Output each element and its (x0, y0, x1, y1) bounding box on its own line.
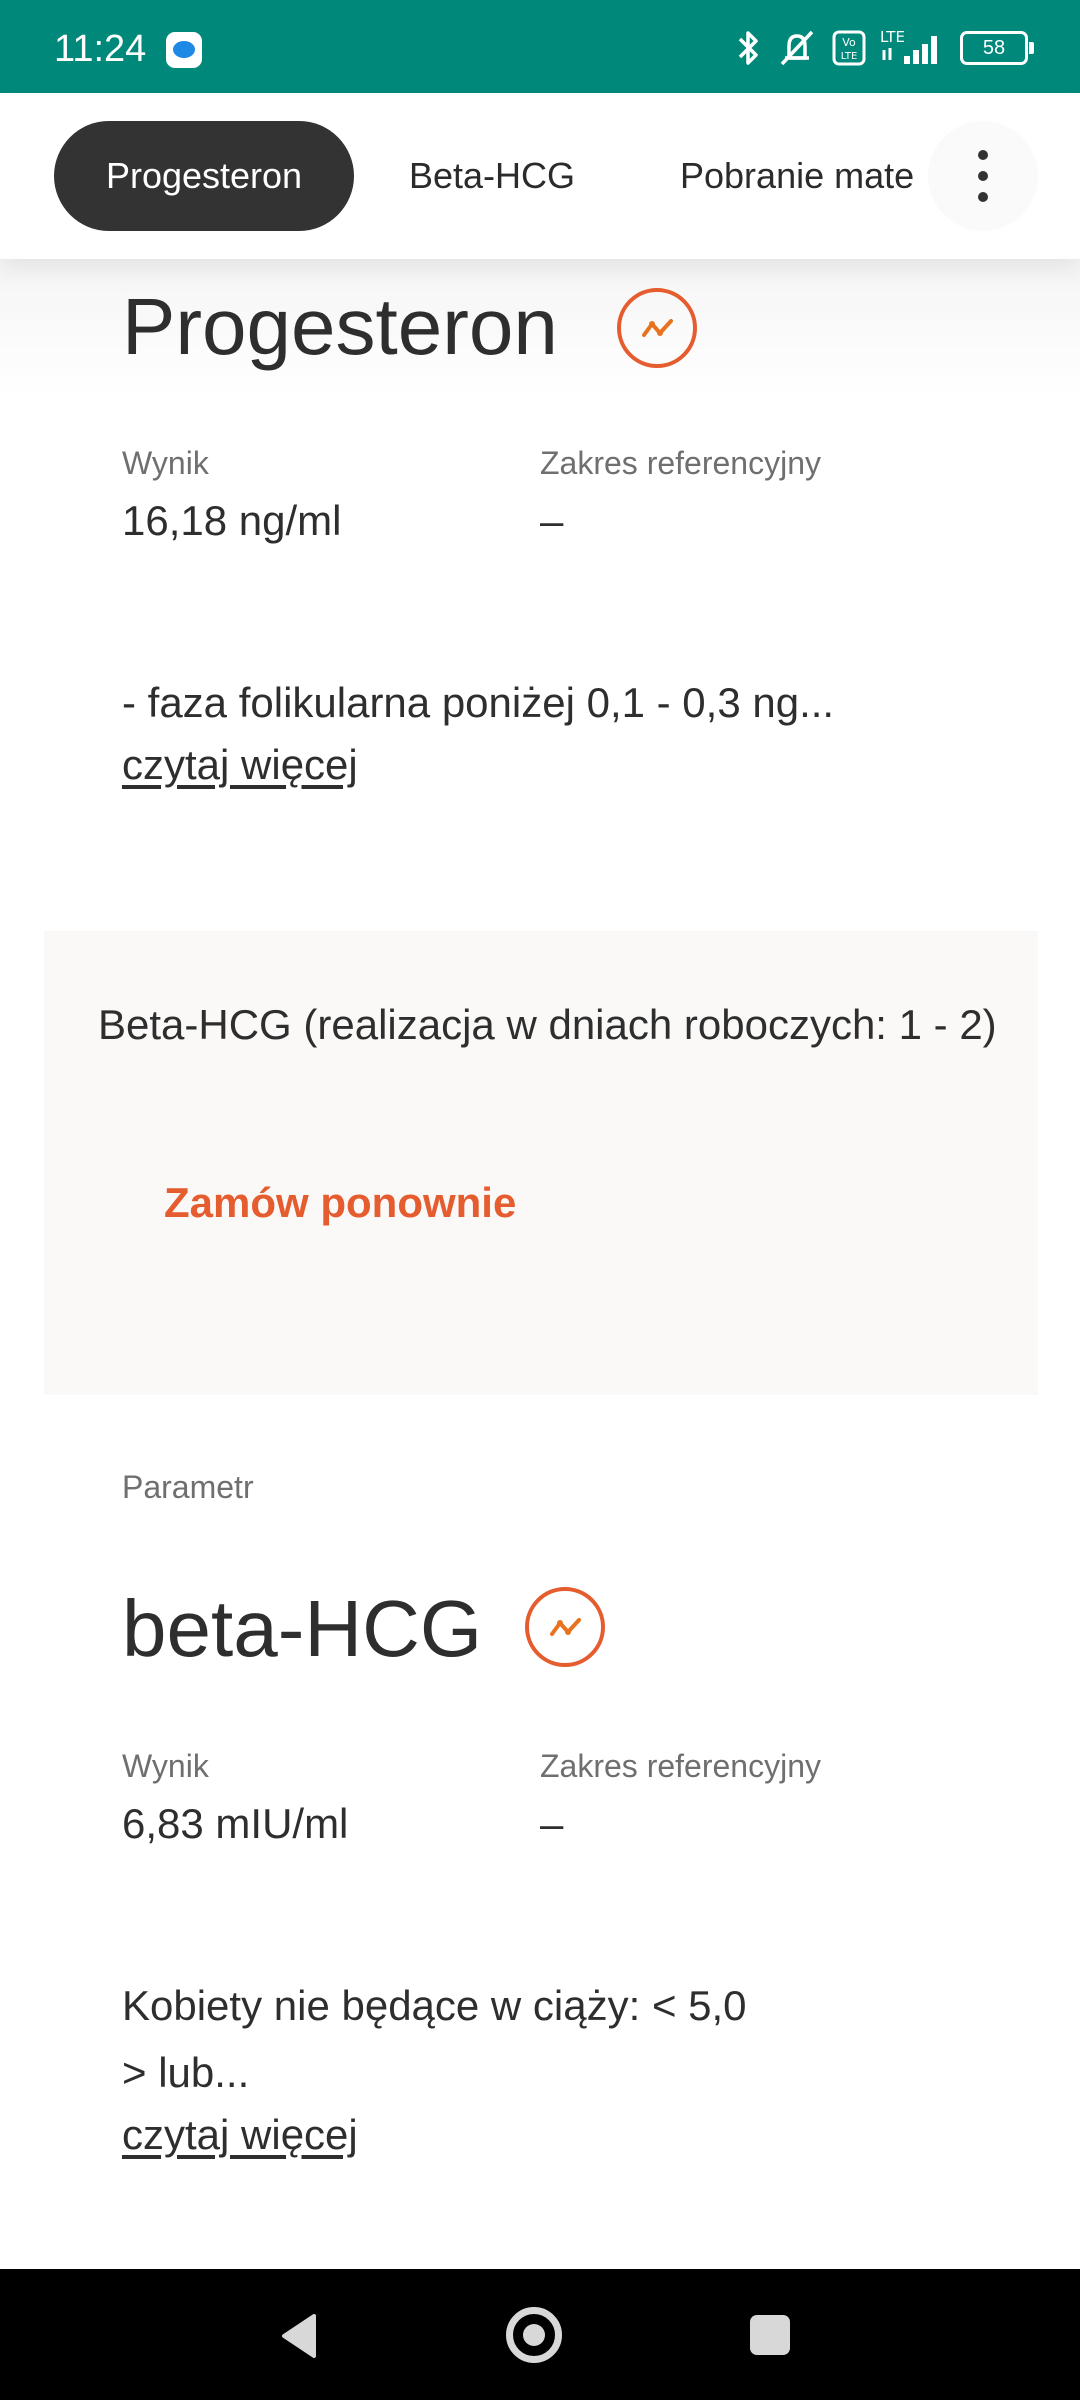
param-title-progesteron: Progesteron (122, 282, 558, 371)
bluetooth-icon (738, 31, 758, 65)
reorder-button[interactable]: Zamów ponownie (164, 1179, 516, 1227)
order-card: Beta-HCG (realizacja w dniach roboczych:… (44, 931, 1038, 1395)
more-dot (978, 192, 988, 202)
reference-range-value: – (540, 1800, 564, 1847)
recent-apps-icon[interactable] (750, 2315, 790, 2355)
read-more-link[interactable]: czytaj więcej (122, 2111, 358, 2159)
svg-text:LTE: LTE (841, 51, 858, 62)
messages-app-icon (166, 32, 202, 68)
order-title: Beta-HCG (realizacja w dniach roboczych:… (98, 1001, 997, 1048)
svg-text:LTE: LTE (880, 28, 905, 46)
more-dot (978, 171, 988, 181)
result-label: Wynik (122, 1748, 209, 1784)
results-content: Progesteron Wynik 16,18 ng/ml Zakres ref… (0, 259, 1080, 2269)
battery-icon: 58 (960, 31, 1034, 65)
more-options-button[interactable] (928, 121, 1038, 231)
result-value: 16,18 ng/ml (122, 497, 342, 544)
battery-level: 58 (982, 37, 1006, 59)
result-description-line1: Kobiety nie będące w ciąży: < 5,0 (122, 1982, 747, 2029)
signal-icon: LTE (880, 28, 937, 64)
result-value: 6,83 mIU/ml (122, 1800, 349, 1847)
read-more-link[interactable]: czytaj więcej (122, 741, 358, 789)
reference-range-value: – (540, 497, 564, 544)
volte-icon: Vo LTE (832, 30, 866, 66)
status-time: 11:24 (54, 28, 147, 70)
reference-range-label: Zakres referencyjny (540, 445, 821, 481)
home-icon[interactable] (506, 2307, 562, 2363)
tab-bar: Progesteron Beta-HCG Pobranie mate (0, 93, 1080, 259)
result-description: - faza folikularna poniżej 0,1 - 0,3 ng.… (122, 679, 835, 726)
mute-icon (780, 30, 814, 66)
svg-text:Vo: Vo (842, 36, 856, 49)
result-label: Wynik (122, 445, 209, 481)
status-bar: 11:24 Vo LTE LTE 58 (0, 0, 1080, 93)
reference-range-label: Zakres referencyjny (540, 1748, 821, 1784)
trend-chart-icon[interactable] (617, 288, 697, 368)
tab-progesteron[interactable]: Progesteron (54, 121, 354, 231)
result-description-line2: > lub... (122, 2049, 250, 2096)
tab-pobranie-materialu[interactable]: Pobranie mate (680, 121, 930, 231)
trend-chart-icon[interactable] (525, 1587, 605, 1667)
status-icons: Vo LTE LTE 58 (736, 26, 1034, 70)
more-vertical-icon (978, 150, 988, 160)
system-nav-bar (0, 2269, 1080, 2400)
back-icon[interactable] (280, 2313, 318, 2359)
parameter-label: Parametr (122, 1469, 254, 1505)
tab-beta-hcg[interactable]: Beta-HCG (409, 121, 575, 231)
param-title-beta-hcg: beta-HCG (122, 1584, 483, 1673)
